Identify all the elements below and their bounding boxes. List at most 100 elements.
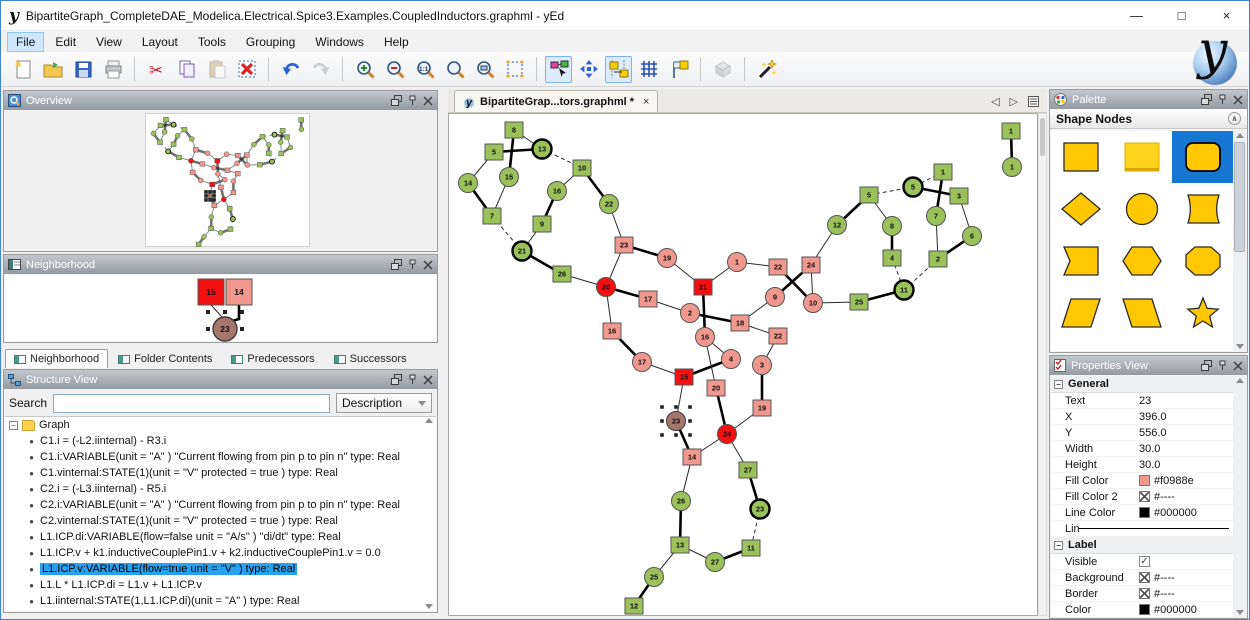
graph-node[interactable]	[193, 147, 198, 152]
palette-scrollbar-thumb[interactable]	[1234, 142, 1245, 252]
selection-handle[interactable]	[688, 419, 692, 423]
palette-shape-diamond[interactable]	[1051, 183, 1112, 235]
open-folder-button[interactable]	[39, 56, 66, 83]
property-row[interactable]: X396.0	[1051, 409, 1233, 425]
edge-flag-button[interactable]	[665, 56, 692, 83]
fit-content-button[interactable]	[501, 56, 528, 83]
tree-item[interactable]: ●C2.i = (-L3.iinternal) - R5.i	[5, 481, 436, 497]
graph-node[interactable]	[188, 158, 193, 163]
selection-handle[interactable]	[212, 198, 216, 202]
graph-node[interactable]	[215, 171, 220, 176]
pin-icon[interactable]	[1218, 360, 1227, 371]
graph-node[interactable]	[175, 133, 180, 138]
close-panel-icon[interactable]	[423, 260, 433, 270]
palette-shape-rectangle-plain[interactable]	[1112, 131, 1173, 183]
menu-file[interactable]: File	[7, 32, 44, 52]
scroll-up-icon[interactable]	[1236, 133, 1244, 138]
pin-icon[interactable]	[408, 259, 417, 270]
undo-button[interactable]	[277, 56, 304, 83]
navigate-button[interactable]	[575, 56, 602, 83]
selection-handle[interactable]	[240, 327, 244, 331]
tab-next-icon[interactable]: ▷	[1010, 95, 1018, 108]
graph-node[interactable]	[221, 197, 226, 202]
graph-node[interactable]	[171, 142, 176, 147]
graph-node[interactable]	[251, 142, 256, 147]
selection-handle[interactable]	[240, 310, 244, 314]
graph-node[interactable]	[260, 134, 265, 139]
new-document-button[interactable]	[9, 56, 36, 83]
property-row[interactable]: Border#----	[1051, 586, 1233, 602]
zoom-selection-button[interactable]	[471, 56, 498, 83]
graph-node[interactable]	[227, 206, 232, 211]
overview-minimap[interactable]	[145, 113, 310, 247]
property-row[interactable]: Color#000000	[1051, 602, 1233, 617]
graph-node[interactable]	[288, 145, 293, 150]
palette-shape-rectangle[interactable]	[1051, 131, 1112, 183]
graph-node[interactable]	[210, 182, 215, 187]
selection-handle[interactable]	[223, 310, 227, 314]
canvas-scrollbar[interactable]	[1038, 113, 1047, 616]
menu-windows[interactable]: Windows	[306, 32, 373, 52]
tree-item[interactable]: ●C2.i:VARIABLE(unit = "A" ) "Current flo…	[5, 497, 436, 513]
graph-node[interactable]	[257, 162, 262, 167]
palette-shape-notched-rectangle[interactable]	[1051, 235, 1112, 287]
wizard-button[interactable]	[753, 56, 780, 83]
close-panel-icon[interactable]	[1233, 361, 1243, 371]
tab-prev-icon[interactable]: ◁	[991, 95, 999, 108]
graph-node[interactable]	[157, 140, 162, 145]
collapse-section-icon[interactable]: −	[1054, 541, 1063, 550]
tree-item[interactable]: ●C1.i = (-L2.iinternal) - R3.i	[5, 433, 436, 449]
graph-node[interactable]	[205, 151, 210, 156]
neighborhood-tab-successors[interactable]: Successors	[325, 349, 416, 368]
selection-handle[interactable]	[688, 433, 692, 437]
graph-node[interactable]	[228, 227, 233, 232]
property-row[interactable]: Height30.0	[1051, 457, 1233, 473]
properties-section-general[interactable]: −General	[1051, 376, 1233, 393]
tree-item[interactable]: ●L1.ICP.v:VARIABLE(flow=true unit = "V" …	[5, 561, 436, 577]
graph-node[interactable]	[151, 131, 156, 136]
pin-icon[interactable]	[408, 374, 417, 385]
float-icon[interactable]	[391, 259, 402, 270]
graph-node[interactable]	[200, 162, 205, 167]
property-row[interactable]: Fill Color 2#----	[1051, 489, 1233, 505]
save-button[interactable]	[69, 56, 96, 83]
graph-node[interactable]	[270, 159, 275, 164]
property-row[interactable]: Fill Color#f0988e	[1051, 473, 1233, 489]
tree-item[interactable]: ●L1.ICP.v + k1.inductiveCouplePin1.v + k…	[5, 545, 436, 561]
pin-icon[interactable]	[408, 95, 417, 106]
collapse-section-icon[interactable]: −	[1054, 380, 1063, 389]
graph-node[interactable]	[158, 123, 163, 128]
graph-node[interactable]	[190, 170, 195, 175]
tree-item[interactable]: ●C1.vinternal:STATE(1)(unit = "V" protec…	[5, 465, 436, 481]
graph-node[interactable]	[235, 153, 240, 158]
print-button[interactable]	[99, 56, 126, 83]
zoom-lens-button[interactable]	[441, 56, 468, 83]
graph-node[interactable]	[245, 162, 250, 167]
graph-canvas[interactable]: 8135151410167229212611153571286421125231…	[448, 113, 1038, 616]
palette-shape-triangle-2[interactable]	[1112, 339, 1173, 351]
scroll-down-icon[interactable]	[1236, 610, 1244, 615]
menu-view[interactable]: View	[87, 32, 131, 52]
tree-root[interactable]: −Graph	[5, 417, 436, 433]
palette-shape-parallelogram[interactable]	[1051, 287, 1112, 339]
graph-node[interactable]	[244, 153, 249, 158]
palette-section-header[interactable]: Shape Nodes ∧	[1050, 109, 1247, 129]
graph-node[interactable]	[231, 179, 236, 184]
close-panel-icon[interactable]	[1233, 95, 1243, 105]
zoom-out-button[interactable]	[381, 56, 408, 83]
property-row[interactable]: Line Color#000000	[1051, 505, 1233, 521]
structure-tree[interactable]: −Graph●C1.i = (-L2.iinternal) - R3.i ●C1.…	[5, 416, 436, 611]
tab-list-icon[interactable]	[1028, 96, 1039, 107]
filter-dropdown[interactable]: Description	[336, 393, 432, 413]
menu-edit[interactable]: Edit	[46, 32, 85, 52]
neighborhood-body[interactable]: 151423	[5, 275, 436, 341]
scroll-up-icon[interactable]	[1236, 378, 1244, 383]
properties-scrollbar[interactable]	[1233, 376, 1246, 617]
graph-node[interactable]	[278, 140, 283, 145]
graph-node[interactable]	[218, 185, 223, 190]
graph-node[interactable]	[212, 203, 217, 208]
search-input[interactable]	[53, 394, 330, 413]
copy-button[interactable]	[173, 56, 200, 83]
minimize-button[interactable]: —	[1114, 1, 1159, 30]
graph-node[interactable]	[202, 234, 207, 239]
